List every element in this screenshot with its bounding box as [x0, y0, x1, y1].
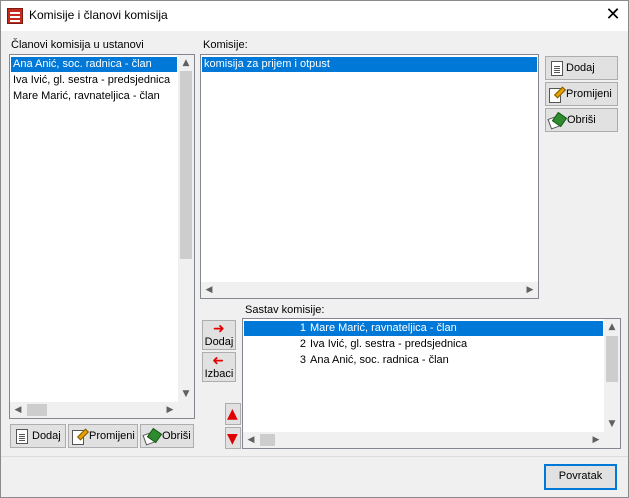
row-number: 1 — [299, 322, 306, 334]
title-bar: Komisije i članovi komisija ✕ — [1, 1, 628, 31]
scroll-right-icon[interactable]: ▶ — [162, 402, 178, 418]
app-icon — [7, 8, 23, 24]
table-row[interactable]: 2 Iva Ivić, gl. sestra - predsjednica — [244, 337, 603, 352]
add-member-button[interactable]: ➜ Dodaj — [202, 320, 236, 350]
commissions-list[interactable]: komisija za prijem i otpust ◀ ▶ — [200, 54, 539, 299]
row-text: Ana Anić, soc. radnica - član — [310, 354, 449, 366]
button-label: Promijeni — [566, 88, 612, 100]
button-label: Promijeni — [89, 430, 135, 442]
move-up-button[interactable]: ▲ — [225, 403, 241, 425]
composition-label: Sastav komisije: — [245, 304, 325, 316]
scroll-down-icon[interactable]: ▼ — [178, 386, 194, 402]
list-item[interactable]: komisija za prijem i otpust — [202, 57, 537, 72]
scroll-down-icon[interactable]: ▼ — [604, 416, 620, 432]
window-title: Komisije i članovi komisija — [29, 8, 168, 22]
members-delete-button[interactable]: Obriši — [140, 424, 194, 448]
scroll-thumb[interactable] — [260, 434, 275, 446]
scroll-right-icon[interactable]: ▶ — [522, 282, 538, 298]
scroll-left-icon[interactable]: ◀ — [201, 282, 217, 298]
members-vscrollbar[interactable]: ▲ ▼ — [178, 55, 194, 402]
commission-edit-button[interactable]: Promijeni — [545, 82, 618, 106]
composition-list[interactable]: 1 Mare Marić, ravnateljica - član 2 Iva … — [242, 318, 621, 449]
arrow-up-icon: ▲ — [227, 406, 238, 422]
commission-delete-button[interactable]: Obriši — [545, 108, 618, 132]
button-label: Dodaj — [566, 62, 595, 74]
members-hscrollbar[interactable]: ◀ ▶ — [10, 402, 178, 418]
footer-bar — [1, 456, 628, 497]
scroll-corner — [178, 402, 194, 418]
composition-vscrollbar[interactable]: ▲ ▼ — [604, 319, 620, 432]
scroll-right-icon[interactable]: ▶ — [588, 432, 604, 448]
button-label: Izbaci — [204, 368, 234, 380]
move-down-button[interactable]: ▼ — [225, 427, 241, 449]
edit-document-icon — [549, 87, 564, 103]
close-icon[interactable]: ✕ — [598, 1, 628, 31]
list-item[interactable]: Ana Anić, soc. radnica - član — [11, 57, 177, 72]
arrow-down-icon: ▼ — [227, 431, 238, 447]
edit-document-icon — [72, 429, 87, 445]
button-label: Dodaj — [204, 336, 234, 348]
eraser-icon — [144, 429, 159, 444]
button-label: Dodaj — [32, 430, 61, 442]
arrow-left-icon: ➜ — [212, 353, 224, 369]
members-list[interactable]: Ana Anić, soc. radnica - član Iva Ivić, … — [9, 54, 195, 419]
row-text: Iva Ivić, gl. sestra - predsjednica — [310, 338, 468, 350]
document-icon — [16, 429, 28, 444]
scroll-thumb[interactable] — [606, 336, 618, 382]
scroll-left-icon[interactable]: ◀ — [243, 432, 259, 448]
commission-add-button[interactable]: Dodaj — [545, 56, 618, 80]
eraser-icon — [549, 113, 564, 128]
composition-hscrollbar[interactable]: ◀ ▶ — [243, 432, 604, 448]
button-label: Obriši — [162, 430, 191, 442]
arrow-right-icon: ➜ — [213, 321, 225, 337]
document-icon — [551, 61, 563, 76]
members-edit-button[interactable]: Promijeni — [68, 424, 138, 448]
scroll-up-icon[interactable]: ▲ — [604, 319, 620, 335]
row-number: 2 — [299, 338, 306, 350]
scroll-corner — [604, 432, 620, 448]
members-label: Članovi komisija u ustanovi — [11, 39, 144, 51]
list-item[interactable]: Iva Ivić, gl. sestra - predsjednica — [11, 73, 177, 88]
scroll-left-icon[interactable]: ◀ — [10, 402, 26, 418]
members-add-button[interactable]: Dodaj — [10, 424, 66, 448]
row-text: Mare Marić, ravnateljica - član — [310, 322, 457, 334]
dialog-window: Komisije i članovi komisija ✕ Članovi ko… — [0, 0, 629, 498]
back-button[interactable]: Povratak — [544, 464, 617, 490]
button-label: Obriši — [567, 114, 596, 126]
scroll-thumb[interactable] — [180, 71, 192, 259]
list-item[interactable]: Mare Marić, ravnateljica - član — [11, 89, 177, 104]
scroll-up-icon[interactable]: ▲ — [178, 55, 194, 71]
row-number: 3 — [299, 354, 306, 366]
table-row[interactable]: 1 Mare Marić, ravnateljica - član — [244, 321, 603, 336]
table-row[interactable]: 3 Ana Anić, soc. radnica - član — [244, 353, 603, 368]
commissions-label: Komisije: — [203, 39, 248, 51]
commissions-hscrollbar[interactable]: ◀ ▶ — [201, 282, 538, 298]
scroll-thumb[interactable] — [27, 404, 47, 416]
remove-member-button[interactable]: ➜ Izbaci — [202, 352, 236, 382]
